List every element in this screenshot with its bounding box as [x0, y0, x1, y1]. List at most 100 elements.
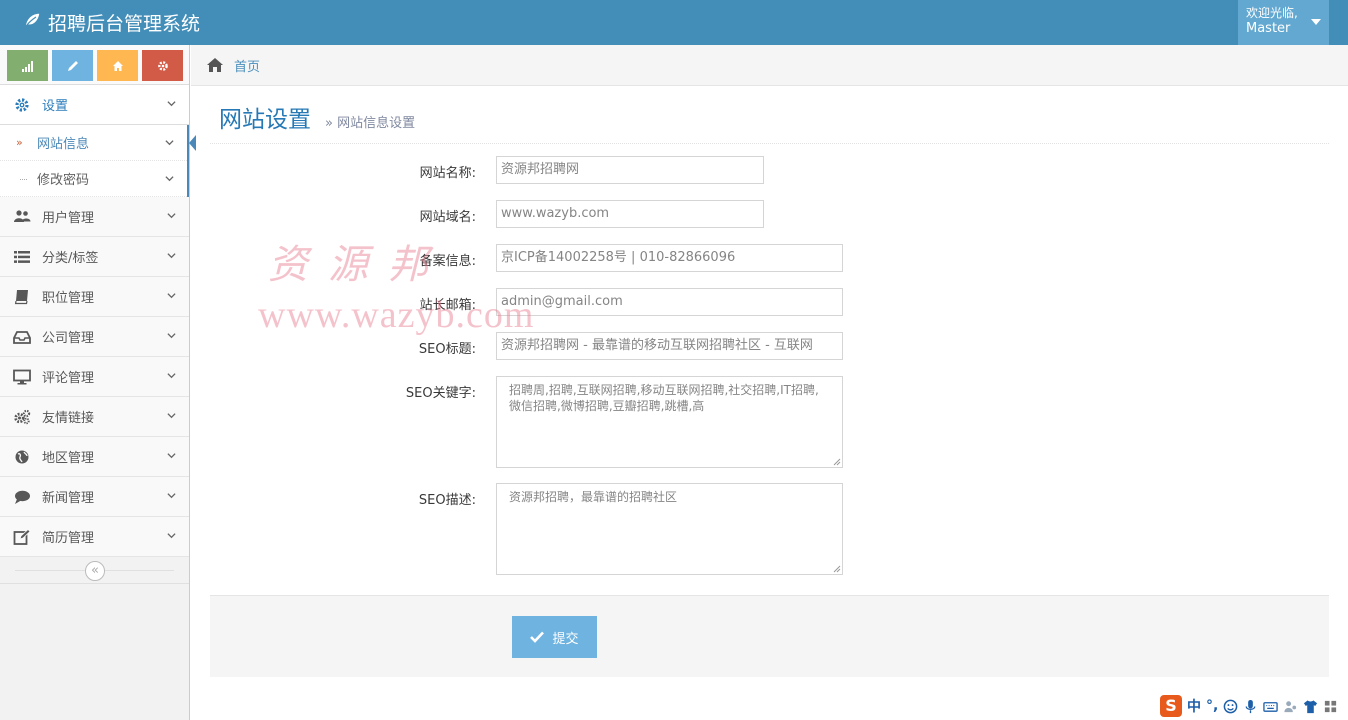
- chevron-down-icon: [167, 373, 176, 379]
- sidebar-item-label: 公司管理: [42, 331, 95, 346]
- users-icon: [12, 208, 32, 226]
- chevron-down-icon: [167, 293, 176, 299]
- sidebar-item-categories[interactable]: 分类/标签: [0, 237, 189, 277]
- chevron-down-icon: [167, 413, 176, 419]
- globe-icon: [12, 448, 32, 466]
- chevron-down-icon: [167, 333, 176, 339]
- breadcrumb-home-link[interactable]: 首页: [234, 56, 260, 75]
- email-input[interactable]: admin@gmail.com: [496, 288, 843, 316]
- pencil-icon: [67, 60, 78, 71]
- book-icon: [12, 288, 32, 306]
- sidebar-subitem-label: 修改密码: [37, 173, 90, 188]
- form-actions: 提交: [210, 595, 1329, 677]
- sidebar-item-label: 简历管理: [42, 531, 95, 546]
- shirt-icon[interactable]: [1303, 699, 1318, 714]
- tree-dash: [20, 179, 27, 180]
- sidebar-item-label: 友情链接: [42, 411, 95, 426]
- seo-desc-value: 资源邦招聘，最靠谱的招聘社区: [509, 490, 678, 504]
- chevron-down-icon: [167, 253, 176, 259]
- cogs-icon: [12, 408, 32, 426]
- chevron-down-icon: [167, 101, 176, 107]
- sidebar-subitem-site-info[interactable]: » 网站信息: [0, 125, 187, 161]
- sidebar-collapse: «: [0, 557, 189, 584]
- desktop-icon: [12, 368, 32, 386]
- watermark-text: 资源邦: [268, 242, 448, 288]
- edit-icon: [12, 528, 32, 546]
- leaf-icon: [22, 10, 42, 35]
- site-name-label: 网站名称:: [419, 166, 476, 181]
- user-menu[interactable]: 欢迎光临, Master: [1238, 0, 1329, 45]
- shortcut-stats-button[interactable]: [7, 50, 48, 81]
- page-header: 网站设置 » 网站信息设置: [210, 96, 1329, 144]
- collapse-sidebar-button[interactable]: «: [85, 561, 105, 581]
- double-angle-right-icon: »: [16, 136, 23, 149]
- comment-icon: [12, 488, 32, 506]
- sidebar-item-companies[interactable]: 公司管理: [0, 317, 189, 357]
- seo-keywords-label: SEO关键字:: [405, 386, 476, 401]
- chevron-down-icon: [167, 493, 176, 499]
- seo-desc-label: SEO描述:: [418, 493, 476, 508]
- site-name-input[interactable]: 资源邦招聘网: [496, 156, 764, 184]
- chevron-down-icon: [167, 213, 176, 219]
- sidebar-item-regions[interactable]: 地区管理: [0, 437, 189, 477]
- site-domain-input[interactable]: www.wazyb.com: [496, 200, 764, 228]
- gear-icon: [12, 96, 32, 114]
- top-navbar: 招聘后台管理系统 欢迎光临, Master: [0, 0, 1348, 45]
- seo-keywords-value: 招聘周,招聘,互联网招聘,移动互联网招聘,社交招聘,IT招聘,微信招聘,微博招聘…: [509, 383, 819, 413]
- watermark-url: www.wazyb.com: [258, 294, 535, 336]
- breadcrumb: 首页: [191, 45, 1348, 86]
- page-title: 网站设置: [219, 107, 311, 133]
- shortcut-home-button[interactable]: [97, 50, 138, 81]
- shortcut-edit-button[interactable]: [52, 50, 93, 81]
- submit-button-label: 提交: [552, 631, 579, 647]
- inbox-icon: [12, 328, 32, 346]
- settings-submenu: » 网站信息 修改密码: [0, 125, 196, 197]
- ime-toolbar: S 中 °,: [1156, 692, 1348, 720]
- sidebar-item-news[interactable]: 新闻管理: [0, 477, 189, 517]
- app-title: 招聘后台管理系统: [48, 13, 201, 35]
- seo-title-label: SEO标题:: [418, 342, 476, 357]
- sidebar-item-label: 评论管理: [42, 371, 95, 386]
- icp-input[interactable]: 京ICP备14002258号 | 010-82866096: [496, 244, 843, 272]
- seo-desc-textarea[interactable]: 资源邦招聘，最靠谱的招聘社区: [496, 483, 843, 575]
- sidebar-item-users[interactable]: 用户管理: [0, 197, 189, 237]
- sidebar-subitem-change-password[interactable]: 修改密码: [0, 161, 187, 197]
- check-icon: [530, 631, 545, 643]
- sidebar-item-jobs[interactable]: 职位管理: [0, 277, 189, 317]
- sidebar-item-label: 分类/标签: [42, 251, 99, 266]
- grid-icon[interactable]: [1323, 699, 1338, 714]
- ime-lang-toggle[interactable]: 中: [1187, 696, 1201, 716]
- submit-button[interactable]: 提交: [512, 616, 597, 658]
- list-icon: [12, 248, 32, 266]
- sidebar-item-resumes[interactable]: 简历管理: [0, 517, 189, 557]
- seo-title-input[interactable]: 资源邦招聘网 - 最靠谱的移动互联网招聘社区 - 互联网: [496, 332, 843, 360]
- ime-punct-toggle[interactable]: °,: [1206, 698, 1218, 714]
- emoji-icon[interactable]: [1223, 699, 1238, 714]
- resize-handle-icon[interactable]: [833, 458, 841, 466]
- page-subtitle: » 网站信息设置: [325, 116, 416, 131]
- sidebar-item-settings[interactable]: 设置: [0, 85, 189, 125]
- shortcut-settings-button[interactable]: [142, 50, 183, 81]
- microphone-icon[interactable]: [1243, 699, 1258, 714]
- sogou-logo[interactable]: S: [1160, 695, 1182, 717]
- sidebar-shortcuts: [0, 45, 189, 85]
- signal-icon: [21, 60, 33, 72]
- sidebar-item-comments[interactable]: 评论管理: [0, 357, 189, 397]
- keyboard-icon[interactable]: [1263, 699, 1279, 714]
- seo-keywords-textarea[interactable]: 招聘周,招聘,互联网招聘,移动互联网招聘,社交招聘,IT招聘,微信招聘,微博招聘…: [496, 376, 843, 468]
- sidebar-subitem-label: 网站信息: [37, 137, 90, 152]
- chevron-down-icon: [165, 176, 174, 182]
- chevron-down-icon: [167, 533, 176, 539]
- sidebar-item-links[interactable]: 友情链接: [0, 397, 189, 437]
- sidebar-item-label: 职位管理: [42, 291, 95, 306]
- gear-icon: [157, 60, 168, 71]
- resize-handle-icon[interactable]: [833, 565, 841, 573]
- site-domain-label: 网站域名:: [419, 210, 476, 225]
- sidebar-item-label: 用户管理: [42, 211, 95, 226]
- chevron-down-icon: [165, 140, 174, 146]
- brand[interactable]: 招聘后台管理系统: [22, 9, 200, 36]
- sidebar-item-label: 设置: [42, 99, 69, 114]
- home-icon: [207, 58, 223, 72]
- sidebar-item-label: 地区管理: [42, 451, 95, 466]
- user-icon[interactable]: [1283, 699, 1298, 714]
